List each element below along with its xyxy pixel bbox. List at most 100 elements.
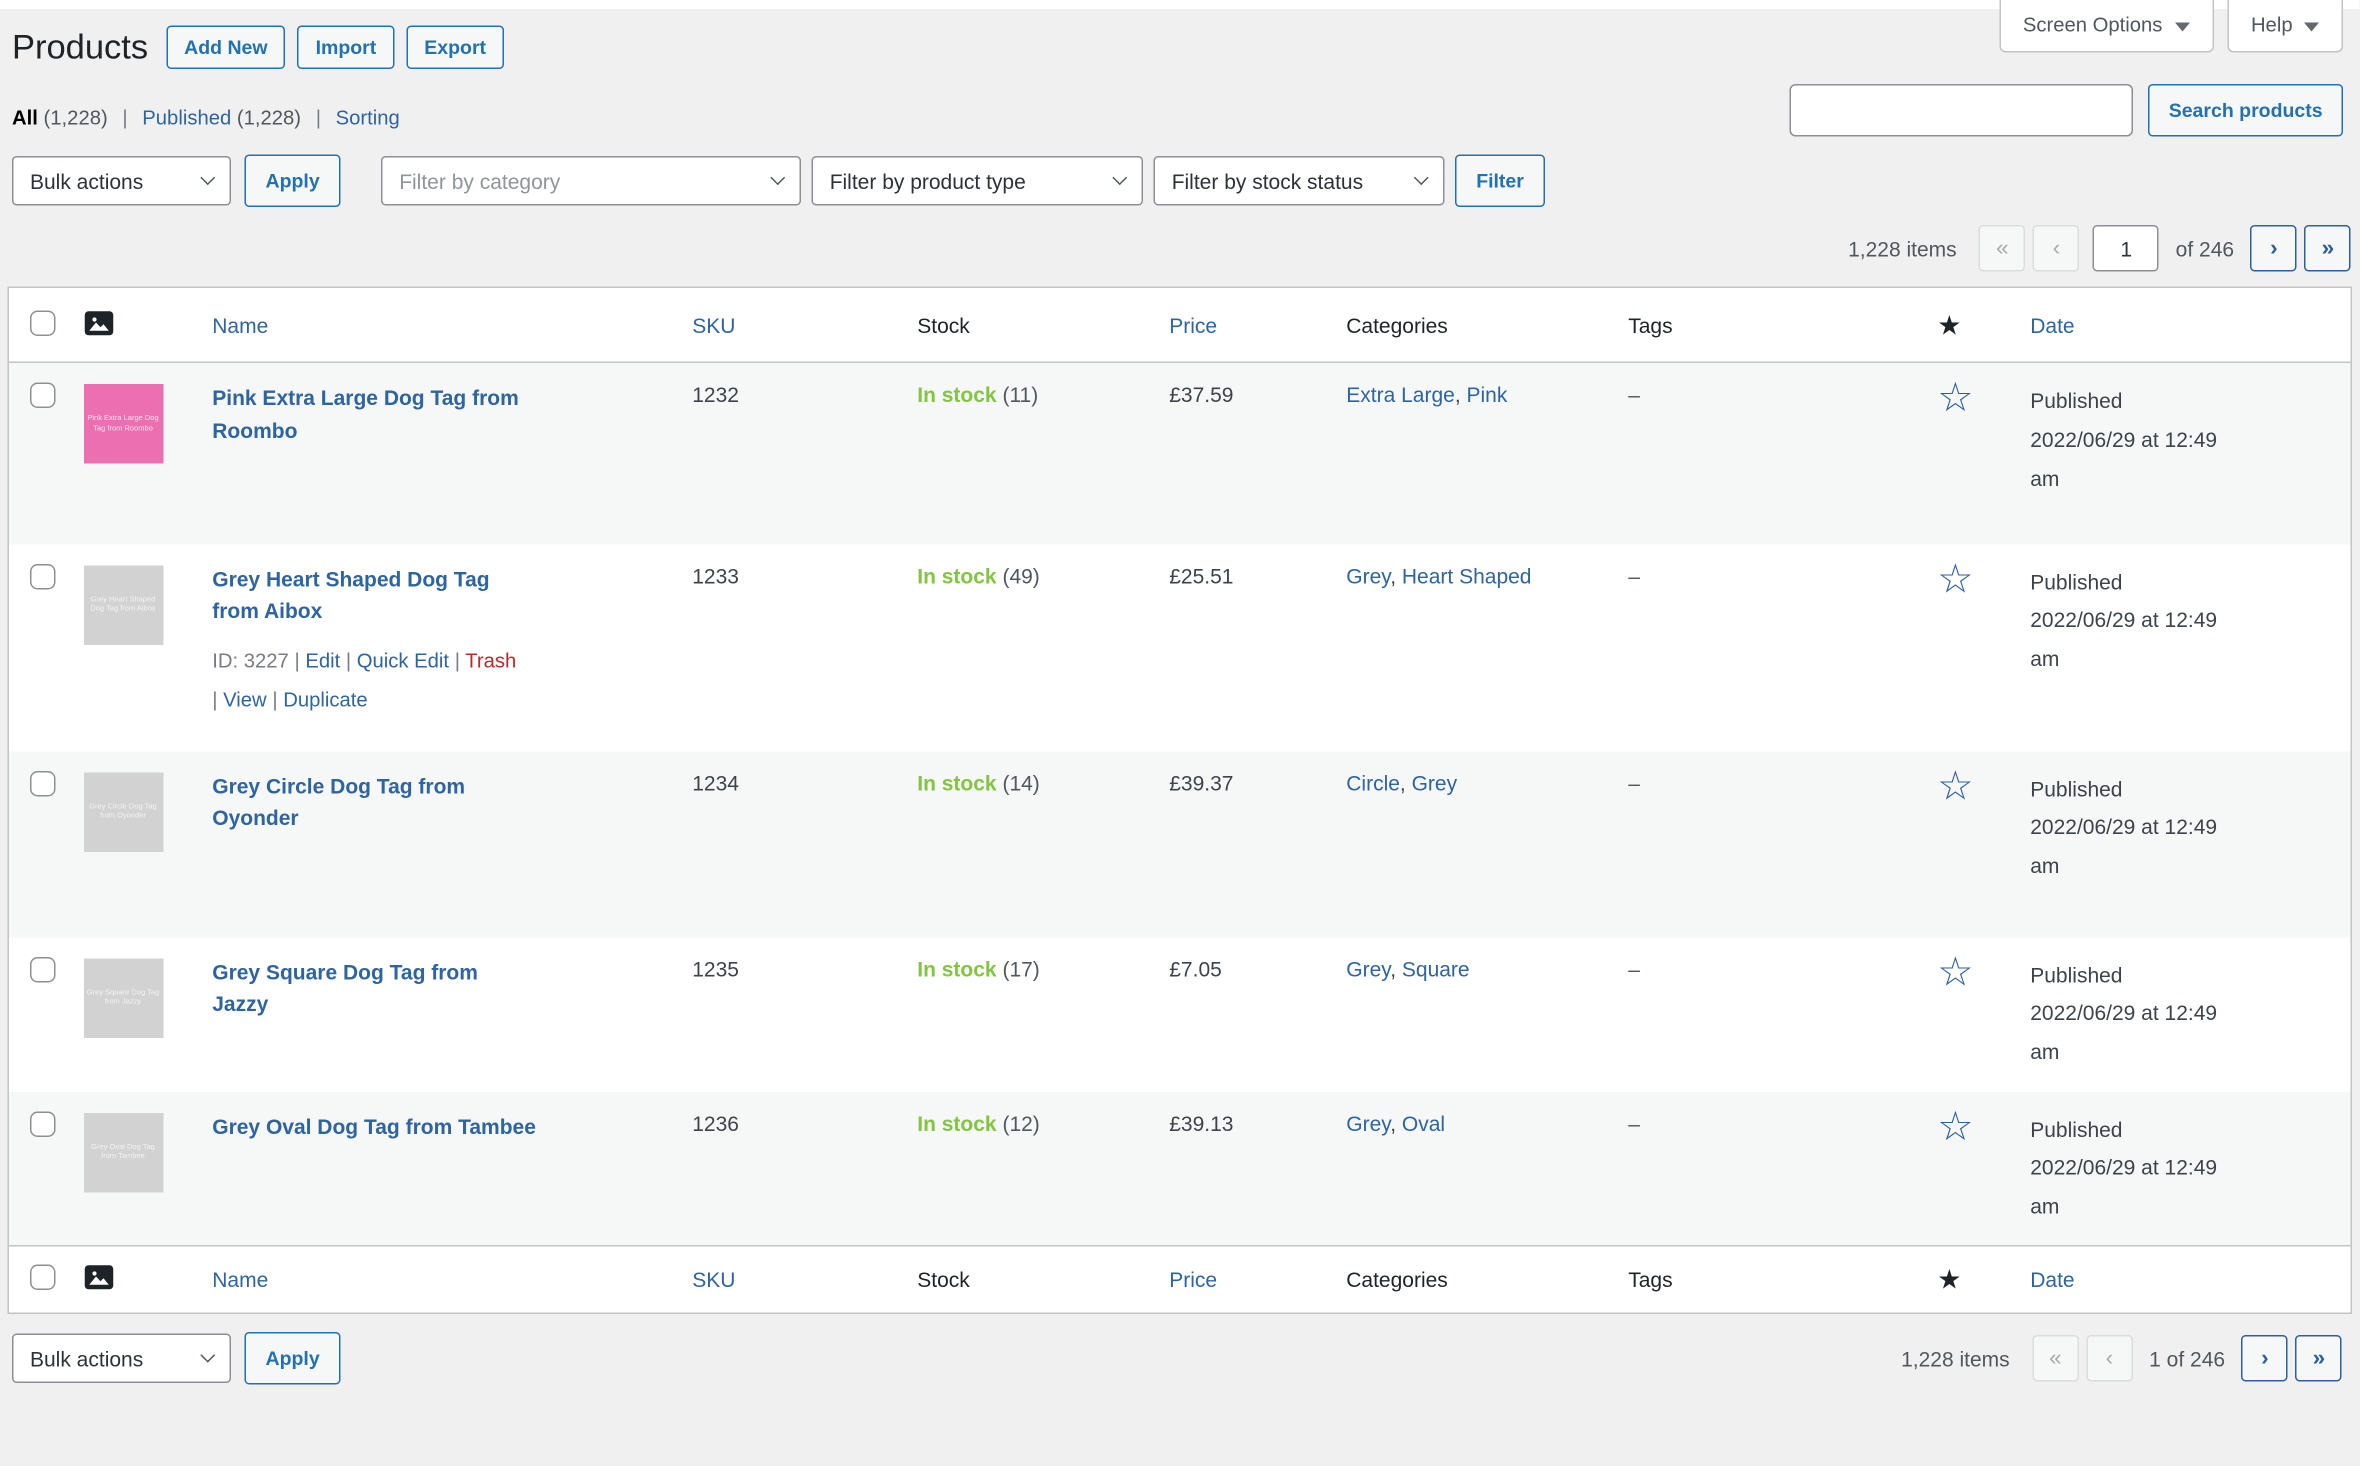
product-thumbnail[interactable]: Grey Square Dog Tag from Jazzy [83, 958, 163, 1038]
product-name-link[interactable]: Grey Square Dog Tag from Jazzy [212, 956, 539, 1021]
products-table: Name SKU Stock Price Categories Tags ★ D… [8, 287, 2353, 1315]
stock-qty: (12) [1002, 1111, 1039, 1135]
first-page-button: « [2032, 1335, 2079, 1382]
row-checkbox[interactable] [30, 956, 56, 982]
view-all-count: (1,228) [44, 107, 108, 130]
filter-product-type-select[interactable]: Filter by product type [812, 156, 1144, 206]
page-title: Products [12, 27, 148, 68]
stock-header: Stock [917, 313, 970, 337]
row-action-quick-edit[interactable]: Quick Edit [357, 649, 449, 672]
apply-button[interactable]: Apply [245, 1332, 341, 1385]
filter-category-select[interactable]: Filter by category [381, 156, 801, 206]
featured-toggle-star[interactable]: ☆ [1937, 956, 1973, 988]
view-published-count: (1,228) [237, 107, 301, 130]
row-action-duplicate[interactable]: Duplicate [283, 688, 367, 711]
screen-options-label: Screen Options [2023, 14, 2163, 37]
stock-status: In stock [917, 563, 996, 587]
bulk-actions-select[interactable]: Bulk actions [12, 156, 231, 206]
table-row: Grey Circle Dog Tag from Oyonder Grey Ci… [8, 751, 2351, 937]
featured-toggle-star[interactable]: ☆ [1937, 1111, 1973, 1143]
view-sorting-link[interactable]: Sorting [336, 107, 400, 130]
add-new-button[interactable]: Add New [166, 26, 285, 70]
chevron-down-icon [2174, 22, 2189, 31]
category-link[interactable]: Square [1402, 956, 1470, 980]
views-search-row: All (1,228) | Published (1,228) | Sortin… [0, 69, 2360, 137]
product-name-link[interactable]: Pink Extra Large Dog Tag from Roombo [212, 383, 539, 448]
sort-price-header[interactable]: Price [1169, 1268, 1217, 1292]
stock-status: In stock [917, 1111, 996, 1135]
next-page-button[interactable]: › [2242, 1335, 2289, 1382]
sort-sku-header[interactable]: SKU [692, 313, 735, 337]
product-name-link[interactable]: Grey Oval Dog Tag from Tambee [212, 1111, 536, 1144]
stock-status: In stock [917, 956, 996, 980]
category-link[interactable]: Grey [1412, 770, 1458, 794]
bulk-actions-select[interactable]: Bulk actions [12, 1334, 231, 1384]
category-link[interactable]: Extra Large [1346, 383, 1455, 407]
product-thumbnail-label: Grey Circle Dog Tag from Oyonder [83, 799, 163, 825]
row-checkbox[interactable] [30, 563, 56, 589]
view-all-link[interactable]: All [12, 107, 38, 130]
help-button[interactable]: Help [2227, 0, 2344, 53]
last-page-button[interactable]: » [2296, 1335, 2343, 1382]
products-admin-page: Screen Options Help Products Add New Imp… [0, 0, 2360, 1466]
product-thumbnail[interactable]: Pink Extra Large Dog Tag from Roombo [83, 384, 163, 464]
sort-name-header[interactable]: Name [212, 1268, 268, 1292]
total-pages-label: of 246 [2176, 236, 2234, 260]
product-thumbnail[interactable]: Grey Heart Shaped Dog Tag from Aibox [83, 565, 163, 645]
category-link[interactable]: Oval [1402, 1111, 1445, 1135]
product-thumbnail[interactable]: Grey Oval Dog Tag from Tambee [83, 1112, 163, 1192]
row-action-edit[interactable]: Edit [305, 649, 340, 672]
stock-status: In stock [917, 383, 996, 407]
product-name-link[interactable]: Grey Circle Dog Tag from Oyonder [212, 770, 539, 835]
search-products-button[interactable]: Search products [2148, 84, 2344, 137]
chevron-down-icon [771, 170, 786, 185]
filter-stock-status-select[interactable]: Filter by stock status [1154, 156, 1445, 206]
chevron-down-icon [200, 1348, 215, 1363]
select-all-checkbox[interactable] [30, 310, 56, 336]
category-link[interactable]: Circle [1346, 770, 1400, 794]
product-thumbnail[interactable]: Grey Circle Dog Tag from Oyonder [83, 772, 163, 852]
import-button[interactable]: Import [298, 26, 395, 70]
sort-date-header[interactable]: Date [2030, 1268, 2074, 1292]
featured-toggle-star[interactable]: ☆ [1937, 383, 1973, 415]
page-position-label: 1 of 246 [2149, 1346, 2225, 1370]
featured-toggle-star[interactable]: ☆ [1937, 563, 1973, 595]
row-action-view[interactable]: View [223, 688, 267, 711]
published-status: Published [2030, 956, 2240, 995]
export-button[interactable]: Export [406, 26, 504, 70]
screen-options-button[interactable]: Screen Options [1999, 0, 2214, 53]
current-page-input[interactable] [2093, 225, 2159, 272]
sort-price-header[interactable]: Price [1169, 313, 1217, 337]
pagination-top: 1,228 items « ‹ of 246 › » [0, 207, 2360, 272]
sort-date-header[interactable]: Date [2030, 313, 2074, 337]
date-value: 2022/06/29 at 12:49 am [2030, 1150, 2240, 1228]
next-page-button[interactable]: › [2251, 225, 2298, 272]
sort-name-header[interactable]: Name [212, 313, 268, 337]
view-published-link[interactable]: Published [142, 107, 231, 130]
sku-value: 1235 [692, 956, 739, 980]
sort-sku-header[interactable]: SKU [692, 1268, 735, 1292]
row-action-trash[interactable]: Trash [465, 649, 516, 672]
featured-star-icon: ★ [1937, 1265, 1961, 1295]
category-link[interactable]: Pink [1466, 383, 1507, 407]
first-page-button: « [1979, 225, 2026, 272]
date-value: 2022/06/29 at 12:49 am [2030, 995, 2240, 1073]
featured-toggle-star[interactable]: ☆ [1937, 770, 1973, 802]
items-count: 1,228 items [1901, 1346, 2010, 1370]
category-link[interactable]: Heart Shaped [1402, 563, 1532, 587]
filter-button[interactable]: Filter [1455, 155, 1545, 208]
last-page-button[interactable]: » [2305, 225, 2352, 272]
row-checkbox[interactable] [30, 383, 56, 409]
category-link[interactable]: Grey [1346, 956, 1390, 980]
row-checkbox[interactable] [30, 770, 56, 796]
product-name-link[interactable]: Grey Heart Shaped Dog Tag from Aibox [212, 563, 539, 628]
category-link[interactable]: Grey [1346, 1111, 1390, 1135]
select-all-checkbox[interactable] [30, 1265, 56, 1291]
bulk-actions-bottom: Bulk actions Apply [12, 1332, 341, 1385]
apply-button[interactable]: Apply [245, 155, 341, 208]
image-icon [83, 1265, 113, 1295]
search-input[interactable] [1789, 84, 2133, 137]
category-link[interactable]: Grey [1346, 563, 1390, 587]
row-checkbox[interactable] [30, 1111, 56, 1137]
date-cell: Published 2022/06/29 at 12:49 am [2030, 770, 2240, 887]
